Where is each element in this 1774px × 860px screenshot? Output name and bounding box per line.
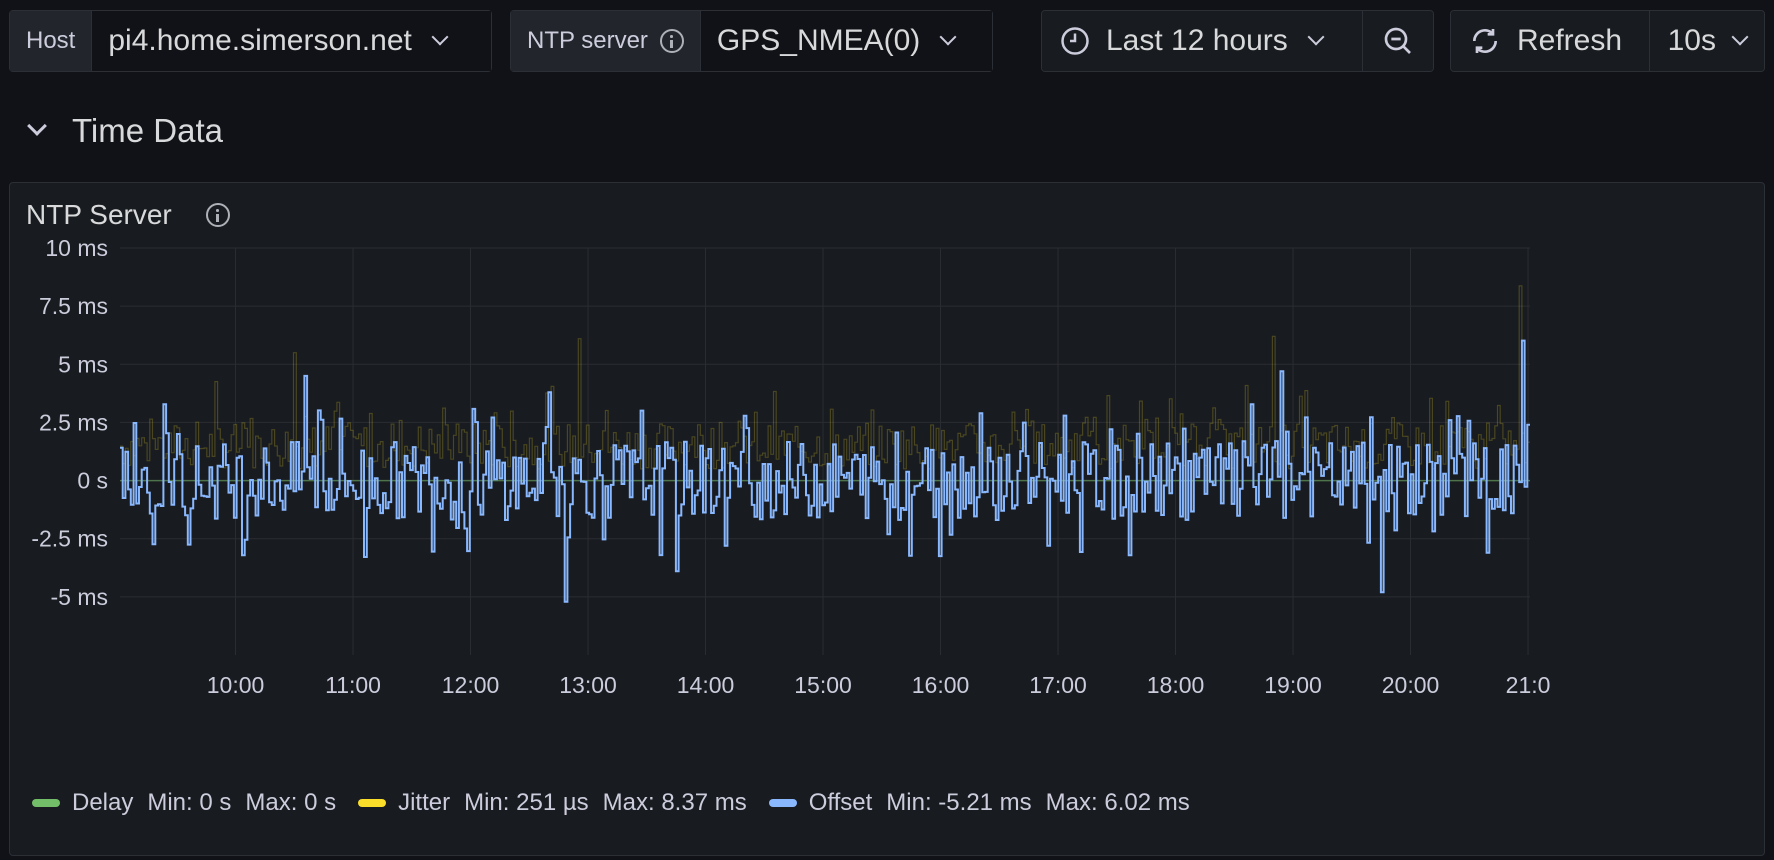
x-tick-label: 20:00 (1382, 672, 1440, 698)
refresh-interval-picker[interactable]: 10s (1649, 11, 1764, 71)
host-label: Host (10, 11, 93, 71)
zoom-out-button[interactable] (1363, 11, 1433, 71)
info-icon[interactable] (659, 29, 684, 53)
refresh-label: Refresh (1517, 24, 1623, 57)
legend-series-name: Delay (72, 789, 134, 816)
y-tick-label: 0 s (77, 468, 108, 494)
x-tick-label: 15:00 (794, 672, 852, 698)
refresh-icon (1473, 29, 1497, 53)
x-tick-label: 16:00 (912, 672, 970, 698)
y-tick-label: 5 ms (58, 351, 108, 377)
chevron-down-icon (27, 116, 47, 136)
legend-max: Max: 8.37 ms (602, 789, 747, 816)
x-tick-label: 21:0 (1506, 672, 1551, 698)
y-tick-label: -2.5 ms (31, 526, 108, 552)
x-tick-label: 14:00 (677, 672, 735, 698)
chevron-down-icon (939, 28, 957, 46)
x-tick-label: 18:00 (1147, 672, 1205, 698)
legend-max: Max: 0 s (245, 789, 337, 816)
x-tick-label: 10:00 (207, 672, 265, 698)
ntp-server-select[interactable]: GPS_NMEA(0) (700, 11, 992, 71)
row-header[interactable]: Time Data (24, 112, 223, 150)
legend-min: Min: 251 µs (464, 789, 589, 816)
x-tick-label: 11:00 (325, 672, 381, 698)
x-tick-label: 17:00 (1029, 672, 1087, 698)
timeseries-chart[interactable]: 10 ms 7.5 ms 5 ms 2.5 ms 0 s -2.5 ms -5 ms 10:0… (10, 183, 1766, 783)
ntp-server-label: NTP server (511, 11, 701, 71)
legend-item-jitter[interactable]: Jitter Min: 251 µs Max: 8.37 ms (358, 789, 747, 817)
ntp-server-value: GPS_NMEA(0) (716, 24, 921, 57)
host-value: pi4.home.simerson.net (108, 24, 412, 57)
chevron-down-icon (431, 28, 449, 46)
legend-swatch (358, 799, 387, 807)
refresh-interval-value: 10s (1667, 24, 1716, 57)
jitter-series-line (120, 285, 1530, 470)
legend: Delay Min: 0 s Max: 0 s Jitter Min: 251 … (32, 789, 1212, 817)
y-tick-label: 7.5 ms (39, 293, 108, 319)
clock-icon (1061, 27, 1089, 55)
legend-min: Min: 0 s (147, 789, 232, 816)
time-range-label: Last 12 hours (1106, 24, 1288, 57)
y-tick-label: 10 ms (45, 235, 108, 261)
offset-series-line (120, 339, 1530, 603)
legend-series-name: Offset (808, 789, 873, 816)
time-picker-group: Last 12 hours (1041, 10, 1434, 72)
y-tick-label: 2.5 ms (39, 409, 108, 435)
ntp-server-variable: NTP server GPS_NMEA(0) (510, 10, 993, 72)
y-tick-label: -5 ms (51, 584, 109, 610)
ntp-server-panel: NTP Server 10 ms 7.5 ms 5 ms 2.5 ms 0 s -2.5 … (9, 182, 1765, 856)
host-variable: Host pi4.home.simerson.net (9, 10, 492, 72)
time-range-picker[interactable]: Last 12 hours (1042, 11, 1363, 71)
refresh-button[interactable]: Refresh (1451, 11, 1650, 71)
legend-series-name: Jitter (398, 789, 451, 816)
refresh-group: Refresh 10s (1450, 10, 1765, 72)
legend-swatch (768, 799, 797, 807)
x-tick-label: 12:00 (442, 672, 500, 698)
host-select[interactable]: pi4.home.simerson.net (92, 11, 491, 71)
chevron-down-icon (1307, 28, 1325, 46)
x-tick-label: 19:00 (1264, 672, 1322, 698)
legend-item-offset[interactable]: Offset Min: -5.21 ms Max: 6.02 ms (768, 789, 1190, 817)
legend-item-delay[interactable]: Delay Min: 0 s Max: 0 s (32, 789, 336, 817)
legend-swatch (32, 799, 60, 807)
ntp-server-label-text: NTP server (527, 27, 648, 54)
chevron-down-icon (1731, 28, 1749, 46)
x-tick-label: 13:00 (559, 672, 617, 698)
legend-min: Min: -5.21 ms (886, 789, 1032, 816)
row-title: Time Data (72, 112, 223, 149)
legend-max: Max: 6.02 ms (1045, 789, 1190, 816)
zoom-out-icon (1384, 27, 1411, 54)
